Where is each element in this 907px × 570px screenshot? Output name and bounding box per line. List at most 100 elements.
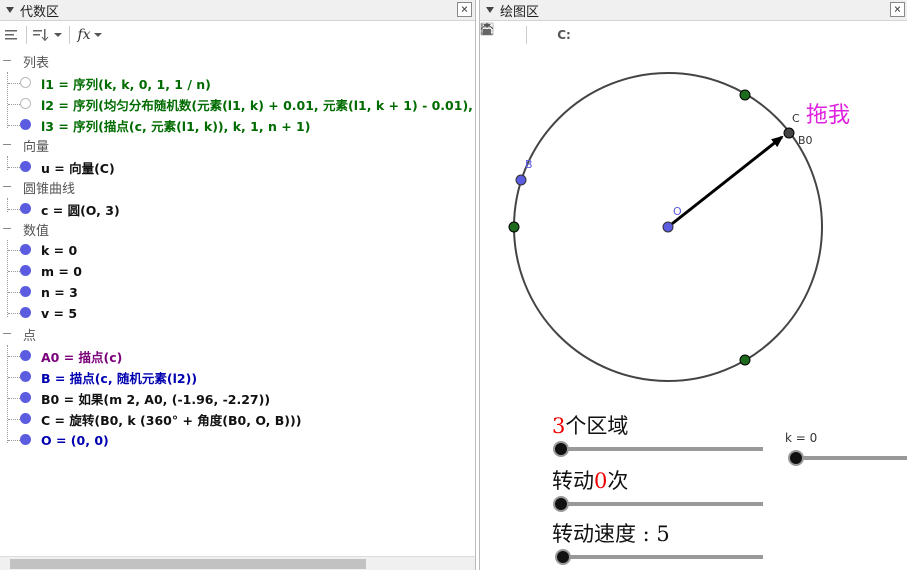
list-item-l1[interactable]: l1 = 序列(k, k, 0, 1, 1 / n) <box>0 73 475 93</box>
label-C: C <box>792 112 800 125</box>
list-item-n[interactable]: n = 3 <box>0 282 475 302</box>
visibility-toggle[interactable] <box>20 371 31 382</box>
tree-connector <box>8 250 20 251</box>
tree-connector <box>8 292 20 293</box>
visibility-toggle[interactable] <box>20 350 31 361</box>
slider-label-k: k = 0 <box>785 431 818 445</box>
algebra-toolbar: fx <box>0 22 475 48</box>
collapse-minus-icon[interactable] <box>3 186 11 187</box>
slider-handle-n[interactable] <box>553 441 569 457</box>
tree-connector <box>8 271 20 272</box>
tree-connector <box>8 209 20 210</box>
visibility-toggle[interactable] <box>20 307 31 318</box>
visibility-toggle[interactable] <box>20 286 31 297</box>
slider-suffix: 次 <box>607 469 629 493</box>
slider-handle-v[interactable] <box>555 549 571 565</box>
collapse-minus-icon[interactable] <box>3 144 11 145</box>
collapse-triangle-icon[interactable] <box>6 7 14 13</box>
object-definition: u = 向量(C) <box>41 160 115 176</box>
point-O[interactable] <box>662 221 674 233</box>
slider-suffix: 个区域 <box>565 414 629 438</box>
list-item-C[interactable]: C = 旋转(B0, k (360° + 角度(B0, O, B))) <box>0 409 475 429</box>
list-item-A0[interactable]: A0 = 描点(c) <box>0 346 475 366</box>
slider-value: 3 <box>552 414 566 438</box>
graphics-canvas[interactable] <box>480 0 907 570</box>
slider-label-m: 转动0次 <box>552 465 628 495</box>
tree-connector <box>8 125 20 126</box>
vector-u[interactable] <box>667 135 784 229</box>
division-point[interactable] <box>508 221 520 233</box>
object-definition: C = 旋转(B0, k (360° + 角度(B0, O, B))) <box>41 412 302 428</box>
sort-icon[interactable] <box>31 25 65 45</box>
tree-connector <box>8 83 20 84</box>
category-list[interactable]: 列表 <box>0 51 200 71</box>
visibility-toggle[interactable] <box>20 413 31 424</box>
drag-me-label: 拖我 <box>806 103 851 128</box>
object-definition: B0 = 如果(m 2, A0, (-1.96, -2.27)) <box>41 391 271 407</box>
list-item-l2[interactable]: l2 = 序列(均匀分布随机数(元素(l1, k) + 0.01, 元素(l1,… <box>0 94 475 114</box>
slider-handle-k[interactable] <box>788 450 804 466</box>
label-B0: B0 <box>798 134 813 147</box>
list-item-k[interactable]: k = 0 <box>0 240 475 260</box>
tree-connector <box>8 167 20 168</box>
visibility-toggle[interactable] <box>20 392 31 403</box>
visibility-toggle[interactable] <box>20 203 31 214</box>
list-item-B[interactable]: B = 描点(c, 随机元素(l2)) <box>0 367 475 387</box>
fx-input-icon[interactable]: fx <box>74 25 108 45</box>
close-icon[interactable]: × <box>457 2 472 17</box>
object-definition: B = 描点(c, 随机元素(l2)) <box>41 370 198 386</box>
tree-connector <box>8 104 20 105</box>
list-item-v[interactable]: v = 5 <box>0 303 475 323</box>
tree-connector <box>8 419 20 420</box>
visibility-toggle[interactable] <box>20 98 31 109</box>
tree-connector <box>8 398 20 399</box>
algebra-titlebar[interactable]: 代数区 × <box>0 0 475 21</box>
list-item-l3[interactable]: l3 = 序列(描点(c, 元素(l1, k)), k, 1, n + 1) <box>0 115 475 135</box>
object-definition: O = (0, 0) <box>41 432 109 448</box>
list-item-u[interactable]: u = 向量(C) <box>0 157 475 177</box>
object-definition: m = 0 <box>41 263 82 279</box>
collapse-minus-icon[interactable] <box>3 333 11 334</box>
toolbar-separator <box>26 26 27 44</box>
collapse-minus-icon[interactable] <box>3 60 11 61</box>
visibility-toggle[interactable] <box>20 119 31 130</box>
tree-connector <box>8 440 20 441</box>
tree-connector <box>8 377 20 378</box>
graphics-view[interactable]: 绘图区 × C: O B C B0 拖我 3个区域 转动0次 转动速度: 5 … <box>479 0 907 570</box>
category-conic[interactable]: 圆锥曲线 <box>0 177 200 197</box>
algebra-view: 代数区 × fx 列表 l1 = 序列(k, k, 0, 1, 1 / n) l… <box>0 0 476 570</box>
tree-connector <box>8 356 20 357</box>
list-item-m[interactable]: m = 0 <box>0 261 475 281</box>
visibility-toggle[interactable] <box>20 265 31 276</box>
collapse-minus-icon[interactable] <box>3 228 11 229</box>
visibility-toggle[interactable] <box>20 77 31 88</box>
slider-value: 0 <box>594 469 608 493</box>
label-O: O <box>673 205 682 218</box>
geogebra-window: 代数区 × fx 列表 l1 = 序列(k, k, 0, 1, 1 / n) l… <box>0 0 907 570</box>
point-B[interactable] <box>515 174 527 186</box>
visibility-toggle[interactable] <box>20 161 31 172</box>
division-point[interactable] <box>739 354 751 366</box>
slider-label-n: 3个区域 <box>552 410 628 440</box>
object-definition: v = 5 <box>41 305 78 321</box>
category-vector[interactable]: 向量 <box>0 135 200 155</box>
point-C[interactable] <box>783 127 795 139</box>
list-item-c[interactable]: c = 圆(O, 3) <box>0 199 475 219</box>
horizontal-scrollbar[interactable] <box>0 556 475 570</box>
object-definition: l1 = 序列(k, k, 0, 1, 1 / n) <box>41 76 211 92</box>
visibility-toggle[interactable] <box>20 434 31 445</box>
object-definition: n = 3 <box>41 284 78 300</box>
list-item-B0[interactable]: B0 = 如果(m 2, A0, (-1.96, -2.27)) <box>0 388 475 408</box>
menu-lines-icon[interactable] <box>2 25 22 45</box>
scrollbar-thumb[interactable] <box>10 559 366 569</box>
tree-connector <box>8 313 20 314</box>
category-point[interactable]: 点 <box>0 324 200 344</box>
slider-prefix: 转动 <box>552 469 594 493</box>
slider-handle-m[interactable] <box>553 496 569 512</box>
division-point[interactable] <box>739 89 751 101</box>
list-item-O[interactable]: O = (0, 0) <box>0 430 475 450</box>
object-definition: l2 = 序列(均匀分布随机数(元素(l1, k) + 0.01, 元素(l1,… <box>41 97 473 113</box>
toolbar-separator <box>69 26 70 44</box>
category-number[interactable]: 数值 <box>0 219 200 239</box>
visibility-toggle[interactable] <box>20 244 31 255</box>
